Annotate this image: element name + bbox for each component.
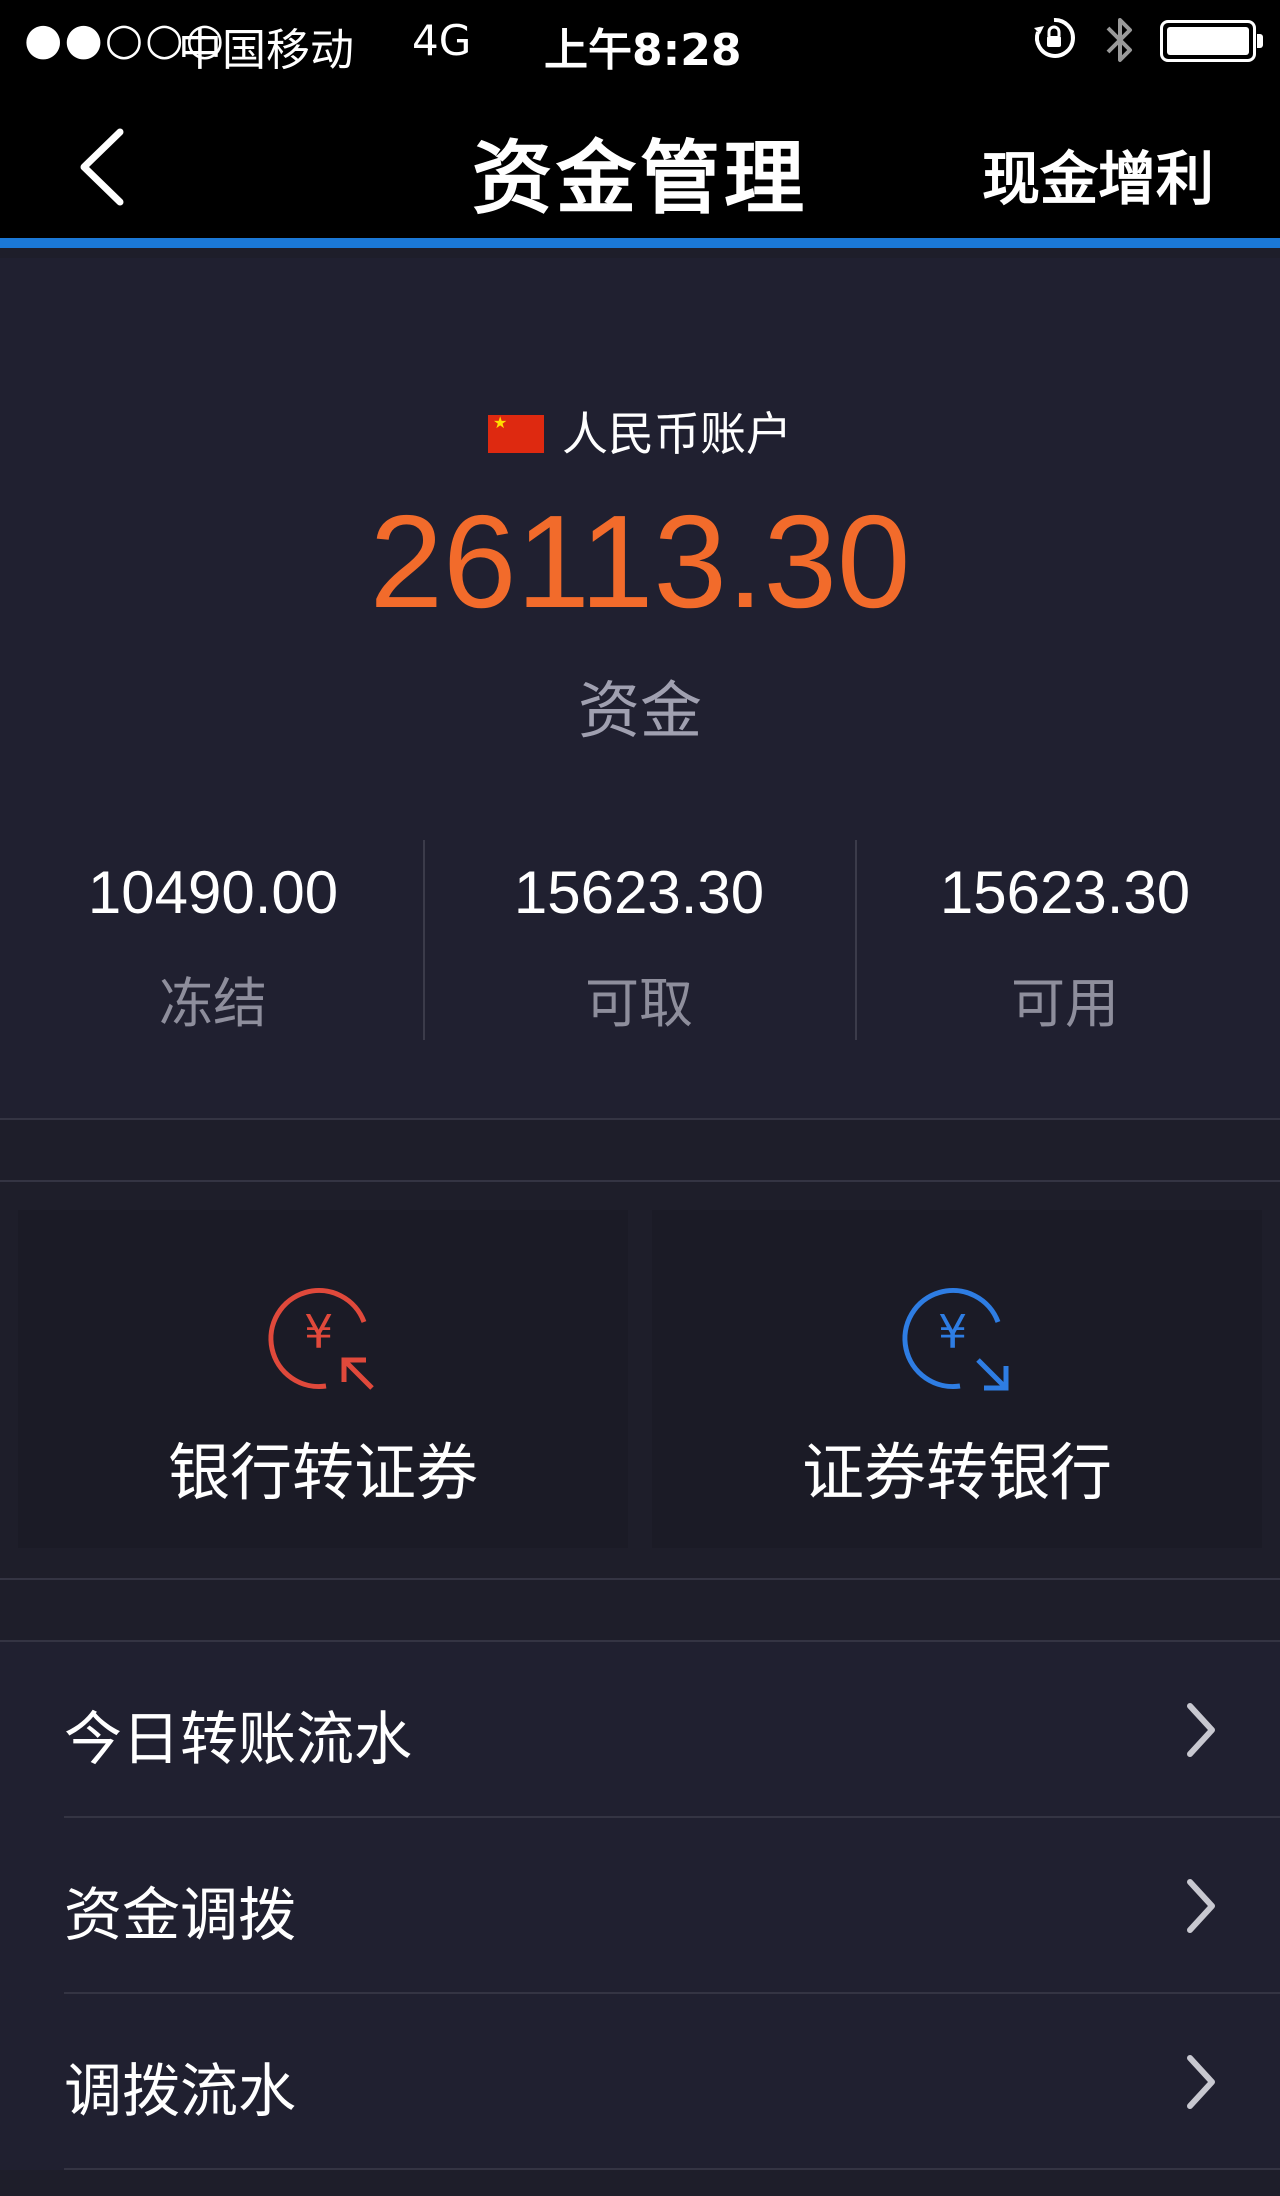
- divider: [423, 840, 425, 1040]
- battery-icon: [1160, 20, 1263, 62]
- chevron-right-icon: [1187, 1703, 1215, 1757]
- yuan-transfer-out-icon: ¥: [902, 1288, 1009, 1391]
- stat-withdrawable: 15623.30 可取: [426, 858, 852, 1038]
- nav-accent-line: [0, 238, 1280, 248]
- china-flag-icon: [488, 413, 544, 453]
- list-item-label: 资金调拨: [64, 1881, 297, 1949]
- bank-to-securities-button[interactable]: ¥ 银行转证券: [18, 1210, 628, 1548]
- divider: [64, 2168, 1280, 2170]
- action-label: 银行转证券: [167, 1436, 478, 1509]
- list-item-today-transfers[interactable]: 今日转账流水: [0, 1642, 1280, 1818]
- bluetooth-icon: [1106, 18, 1132, 62]
- action-label: 证券转银行: [801, 1436, 1112, 1509]
- chevron-right-icon: [1187, 2055, 1215, 2109]
- divider: [0, 1180, 1280, 1182]
- account-summary: 人民币账户 26113.30 资金 10490.00 冻结 15623.30 可…: [0, 258, 1280, 1118]
- yuan-transfer-in-icon: ¥: [268, 1288, 374, 1390]
- rotation-lock-icon: [1034, 17, 1075, 58]
- navigation-bar: 资金管理 现金增利: [0, 80, 1280, 248]
- list-item-allocation-records[interactable]: 调拨流水: [0, 1994, 1280, 2170]
- stat-label: 可取: [585, 972, 693, 1035]
- stat-available: 15623.30 可用: [852, 858, 1278, 1038]
- divider: [0, 1118, 1280, 1120]
- stat-label: 可用: [1011, 972, 1119, 1035]
- status-bar: ●●○○○ 中国移动 4G 上午8:28: [0, 0, 1280, 80]
- list-item-label: 调拨流水: [64, 2057, 297, 2125]
- list-item-label: 今日转账流水: [64, 1705, 413, 1773]
- svg-text:¥: ¥: [304, 1305, 333, 1359]
- svg-text:¥: ¥: [938, 1305, 967, 1359]
- cash-plus-button[interactable]: 现金增利: [982, 132, 1214, 216]
- stat-label: 冻结: [159, 972, 267, 1035]
- network-type: 4G: [412, 16, 472, 65]
- stat-value: 15623.30: [513, 859, 765, 926]
- list-item-fund-allocation[interactable]: 资金调拨: [0, 1818, 1280, 1994]
- account-name: 人民币账户: [562, 407, 792, 461]
- carrier-name: 中国移动: [178, 25, 354, 76]
- status-time: 上午8:28: [544, 25, 742, 76]
- stat-value: 15623.30: [939, 859, 1191, 926]
- account-header: 人民币账户: [0, 398, 1280, 464]
- total-funds-value: 26113.30: [369, 488, 911, 635]
- securities-to-bank-button[interactable]: ¥ 证券转银行: [652, 1210, 1262, 1548]
- stat-frozen: 10490.00 冻结: [0, 858, 426, 1038]
- menu-list: 今日转账流水 资金调拨 调拨流水: [0, 1642, 1280, 2170]
- chevron-right-icon: [1187, 1879, 1215, 1933]
- total-funds-label: 资金: [577, 674, 702, 747]
- stat-value: 10490.00: [87, 859, 339, 926]
- divider: [0, 1578, 1280, 1580]
